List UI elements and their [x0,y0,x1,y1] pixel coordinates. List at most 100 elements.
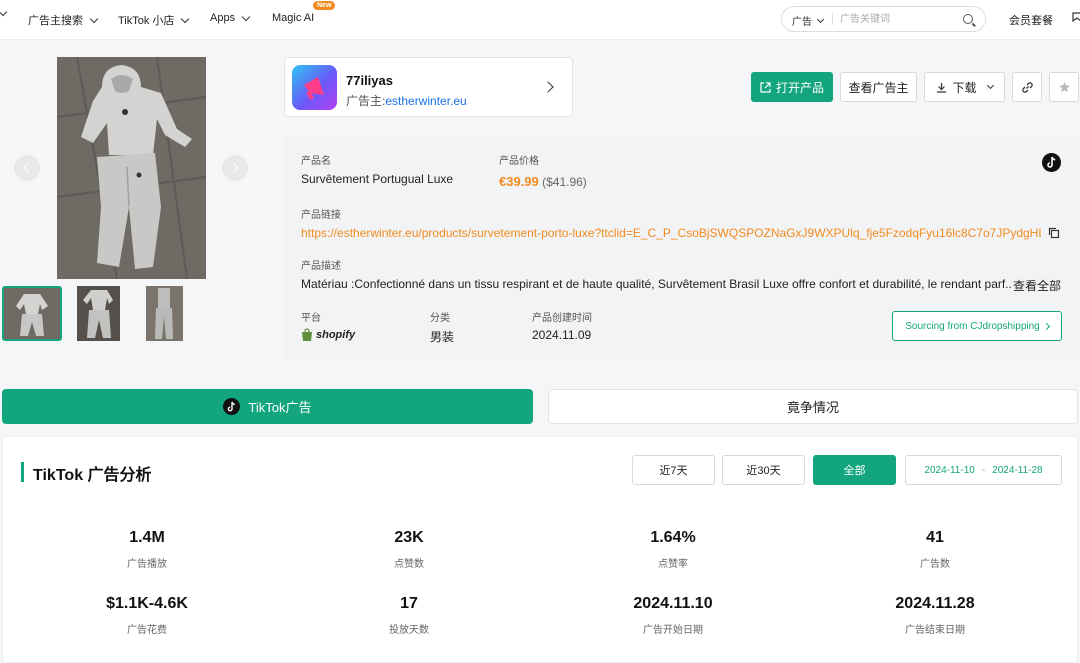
product-original-price: ($41.96) [542,175,587,189]
product-name-label: 产品名 [301,156,331,167]
range-30-days-label: 近30天 [746,465,781,477]
advertiser-label: 广告主: [346,94,386,108]
view-advertiser-label: 查看广告主 [848,80,909,95]
range-7-days-label: 近7天 [659,465,688,477]
stat-ad-count: 41 广告数 [835,529,1035,570]
gallery-thumbnail-3[interactable] [146,286,183,341]
nav-advertiser-search-label: 广告主搜索 [28,15,83,27]
stat-end-date: 2024.11.28 广告结束日期 [835,595,1035,636]
thumbnail-image [146,286,183,341]
download-button[interactable]: 下载 [924,72,1005,102]
stat-label: 广告播放 [127,559,167,570]
stat-likes: 23K 点赞数 [309,529,509,570]
tracksuit-image [57,57,206,279]
advertiser-domain-link[interactable]: estherwinter.eu [385,94,466,108]
date-range-separator: - [981,464,986,476]
thumbnail-image [4,288,60,339]
product-price: €39.99 [499,174,539,189]
view-advertiser-button[interactable]: 查看广告主 [840,72,917,102]
tab-tiktok-ads[interactable]: TikTok广告 [2,389,533,424]
created-date-label: 产品创建时间 [532,313,592,324]
view-all-link[interactable]: 查看全部 [1013,277,1061,294]
category-label: 分类 [430,313,450,324]
created-date-value: 2024.11.09 [532,328,592,342]
advertiser-name: 77iliyas [346,73,393,88]
range-30-days-button[interactable]: 近30天 [722,455,805,485]
chevron-down-icon [816,15,825,23]
stat-label: 广告花费 [127,625,167,636]
nav-favorites-icon[interactable] [1072,12,1080,22]
favorite-button[interactable] [1049,72,1079,102]
search-input[interactable] [840,11,955,27]
stat-like-rate: 1.64% 点赞率 [573,529,773,570]
gallery-thumbnail-2[interactable] [77,286,120,341]
product-name: Survêtement Portugual Luxe [301,172,454,186]
tab-competition[interactable]: 竟争情况 [548,389,1078,424]
chevron-down-icon [181,14,190,23]
stat-value: 2024.11.10 [633,595,713,612]
product-main-image [57,57,206,279]
nav-apps[interactable]: Apps [210,12,251,24]
nav-magic-ai-label: Magic AI [272,12,315,24]
gallery-thumbnail-1[interactable] [2,286,62,341]
platform-label: 平台 [301,313,321,324]
stat-value: $1.1K-4.6K [106,595,188,612]
product-info-panel: 产品名 Survêtement Portugual Luxe 产品价格 €39.… [284,135,1080,361]
tab-tiktok-ads-label: TikTok广告 [248,400,312,415]
copy-icon[interactable] [1048,227,1060,242]
download-label: 下载 [952,80,977,95]
stat-value: 2024.11.28 [895,595,975,612]
download-icon [937,82,947,93]
chevron-down-icon [89,14,99,23]
external-link-icon [760,81,771,93]
range-all-label: 全部 [843,465,866,477]
date-range-picker[interactable]: 2024-11-10 - 2024-11-28 [905,455,1062,485]
product-link-label: 产品链接 [301,210,341,221]
nav-tiktok-shop-label: TikTok 小店 [118,15,175,27]
gallery-next-button[interactable] [222,155,248,181]
advertiser-domain-row: 广告主:estherwinter.eu [346,92,467,109]
nav-overflow-chevron[interactable] [0,7,8,17]
top-nav: 广告主搜索 TikTok 小店 Apps Magic AI New 广告 会员套… [0,0,1080,40]
stat-label: 投放天数 [389,625,429,636]
open-product-button[interactable]: 打开产品 [751,72,833,102]
advertiser-card[interactable]: 77iliyas 广告主:estherwinter.eu [284,57,573,117]
date-range-end: 2024-11-28 [992,464,1043,476]
megaphone-icon [304,77,324,100]
product-link[interactable]: https://estherwinter.eu/products/survete… [301,226,1041,240]
chevron-right-icon [542,81,554,93]
product-description: Matériau :Confectionné dans un tissu res… [301,277,1013,291]
search-type-label: 广告 [792,17,812,28]
range-7-days-button[interactable]: 近7天 [632,455,715,485]
product-price-label: 产品价格 [499,156,539,167]
sourcing-cj-button[interactable]: Sourcing from CJdropshipping [892,311,1062,341]
nav-advertiser-search[interactable]: 广告主搜索 [28,12,99,28]
search-icon[interactable] [963,14,973,24]
analysis-title: TikTok 广告分析 [33,467,152,484]
category-value: 男装 [430,330,455,344]
nav-membership[interactable]: 会员套餐 [1009,12,1053,28]
platform-value: shopify [301,328,355,342]
nav-tiktok-shop[interactable]: TikTok 小店 [118,12,190,28]
tiktok-ad-analysis: TikTok 广告分析 近7天 近30天 全部 2024-11-10 - 202… [2,436,1078,663]
search-type-select[interactable]: 广告 [792,13,825,28]
tiktok-icon [223,398,241,415]
range-all-button[interactable]: 全部 [813,455,896,485]
nav-magic-ai[interactable]: Magic AI [272,12,314,24]
nav-membership-label: 会员套餐 [1009,15,1053,27]
copy-link-button[interactable] [1012,72,1042,102]
advertiser-logo [292,65,337,110]
stat-label: 广告数 [920,559,950,570]
shopify-bag-icon [302,328,312,341]
bookmark-icon [1072,12,1080,22]
chevron-down-icon [986,81,994,90]
search-divider [832,13,833,25]
stat-label: 点赞数 [394,559,424,570]
chevron-down-icon [241,12,251,21]
gallery-prev-button[interactable] [14,155,40,181]
product-price-row: €39.99 ($41.96) [499,174,587,189]
stat-value: 17 [400,595,418,612]
star-icon [1058,81,1070,92]
stat-label: 广告开始日期 [643,625,703,636]
stat-ad-spend: $1.1K-4.6K 广告花费 [47,595,247,636]
